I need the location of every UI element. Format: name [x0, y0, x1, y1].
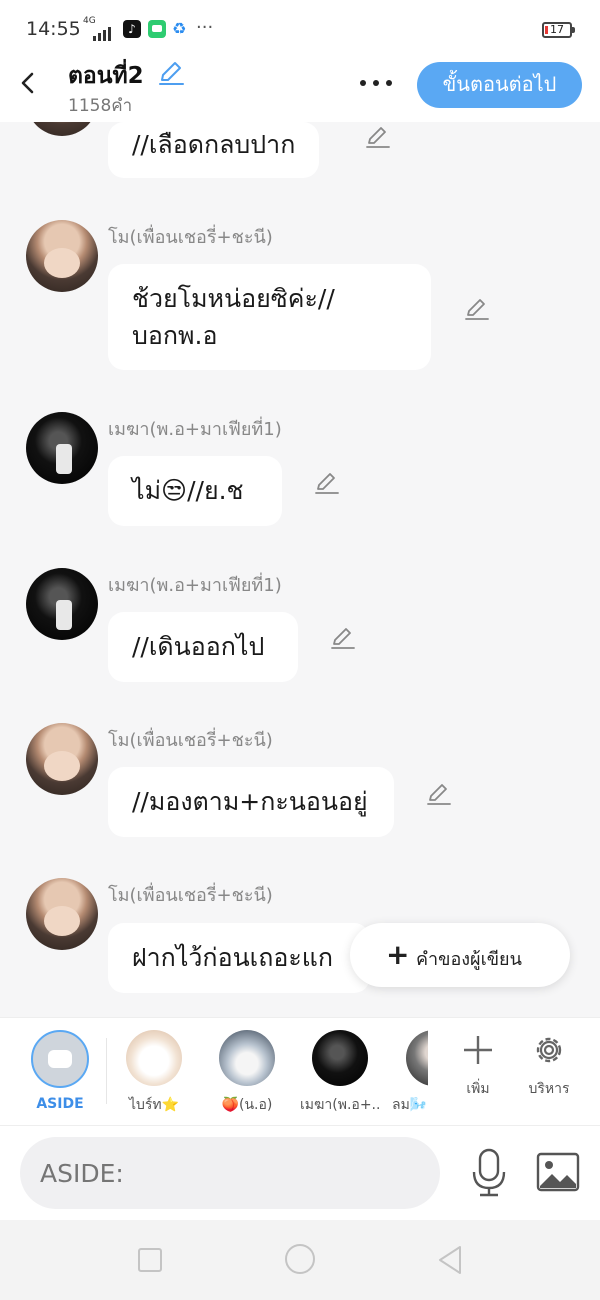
input-bar — [0, 1125, 600, 1220]
message-bubble[interactable]: ไม่😒//ย.ช — [108, 456, 282, 526]
message-bubble[interactable]: ช้วยโมหน่อยซิค่ะ// บอกพ.อ — [108, 264, 431, 370]
next-step-button[interactable]: ขั้นตอนต่อไป — [417, 62, 582, 108]
status-bar: 14:55 4G ♪ ♻ ··· 17 — [0, 0, 600, 58]
home-icon[interactable] — [285, 1244, 315, 1274]
image-icon[interactable] — [536, 1152, 580, 1192]
character-item[interactable]: ไบร์ท⭐ — [114, 1030, 194, 1116]
battery-icon: 17 — [542, 22, 575, 38]
character-name: 🍑(น.อ) — [221, 1097, 273, 1113]
avatar[interactable] — [26, 878, 98, 950]
recent-apps-icon[interactable] — [138, 1248, 162, 1272]
avatar[interactable] — [26, 723, 98, 795]
avatar[interactable] — [26, 122, 98, 136]
more-notifications-icon: ··· — [196, 17, 214, 38]
avatar[interactable] — [26, 412, 98, 484]
edit-message-icon[interactable] — [462, 294, 492, 324]
character-name: เมฆา(พ.อ+... — [300, 1097, 380, 1113]
microphone-icon[interactable] — [468, 1148, 510, 1198]
tiktok-icon: ♪ — [123, 20, 141, 38]
sender-name: โม(เพื่อนเชอรี่+ชะนี) — [108, 885, 273, 906]
message-bubble[interactable]: //มองตาม+กะนอนอยู่ — [108, 767, 394, 837]
avatar[interactable] — [26, 568, 98, 640]
add-character-button[interactable]: เพิ่ม — [448, 1032, 508, 1100]
sender-name: โม(เพื่อนเชอรี่+ชะนี) — [108, 730, 273, 751]
plus-icon — [464, 1036, 492, 1064]
more-options-icon[interactable] — [356, 70, 396, 94]
message-app-icon — [148, 20, 166, 38]
character-avatar — [406, 1030, 428, 1086]
edit-message-icon[interactable] — [424, 779, 454, 809]
plus-icon: + — [386, 938, 410, 971]
message-bubble[interactable]: ฝากไว้ก่อนเถอะแก — [108, 923, 370, 993]
chat-area: //เลือดกลบปาก โม(เพื่อนเชอรี่+ชะนี) ช้วย… — [0, 122, 600, 1017]
manage-label: บริหาร — [528, 1081, 570, 1097]
gear-icon — [536, 1037, 562, 1063]
character-item[interactable]: ลม🌬️ — [392, 1030, 428, 1116]
edit-title-icon[interactable] — [156, 58, 186, 88]
message-input[interactable] — [20, 1137, 440, 1209]
manage-characters-button[interactable]: บริหาร — [519, 1032, 579, 1100]
character-name: ลม🌬️ — [392, 1097, 428, 1113]
character-avatar — [219, 1030, 275, 1086]
word-count: 1158คำ — [68, 96, 133, 116]
message-bubble[interactable]: //เดินออกไป — [108, 612, 298, 682]
character-item[interactable]: เมฆา(พ.อ+... — [300, 1030, 380, 1116]
edit-message-icon[interactable] — [363, 122, 393, 152]
author-note-label: คำของผู้เขียน — [416, 949, 522, 970]
header: ตอนที่2 1158คำ ขั้นตอนต่อไป — [0, 58, 600, 122]
character-name: ไบร์ท⭐ — [128, 1097, 180, 1113]
character-bar: ASIDE ไบร์ท⭐ 🍑(น.อ) เมฆา(พ.อ+... ลม🌬️ เพ… — [0, 1017, 600, 1125]
signal-icon — [93, 22, 113, 41]
sync-icon: ♻ — [172, 19, 187, 38]
sender-name: เมฆา(พ.อ+มาเฟียที่1) — [108, 575, 282, 596]
sender-name: เมฆา(พ.อ+มาเฟียที่1) — [108, 419, 282, 440]
aside-character-button[interactable]: ASIDE — [20, 1030, 100, 1112]
avatar[interactable] — [26, 220, 98, 292]
message-bubble[interactable]: //เลือดกลบปาก — [108, 122, 320, 178]
edit-message-icon[interactable] — [312, 468, 342, 498]
edit-message-icon[interactable] — [328, 623, 358, 653]
battery-level: 17 — [550, 23, 564, 36]
back-arrow-icon[interactable] — [14, 68, 44, 98]
status-time: 14:55 — [26, 18, 81, 40]
sender-name: โม(เพื่อนเชอรี่+ชะนี) — [108, 227, 273, 248]
aside-label: ASIDE — [36, 1096, 84, 1112]
nav-back-icon[interactable] — [436, 1244, 464, 1276]
add-label: เพิ่ม — [466, 1081, 490, 1097]
character-item[interactable]: 🍑(น.อ) — [207, 1030, 287, 1116]
divider — [106, 1038, 107, 1104]
system-nav-bar — [0, 1220, 600, 1300]
character-avatar — [126, 1030, 182, 1086]
episode-title: ตอนที่2 — [68, 63, 144, 89]
chat-bubble-icon — [31, 1030, 89, 1088]
author-note-button[interactable]: + คำของผู้เขียน — [350, 923, 570, 987]
character-avatar — [312, 1030, 368, 1086]
